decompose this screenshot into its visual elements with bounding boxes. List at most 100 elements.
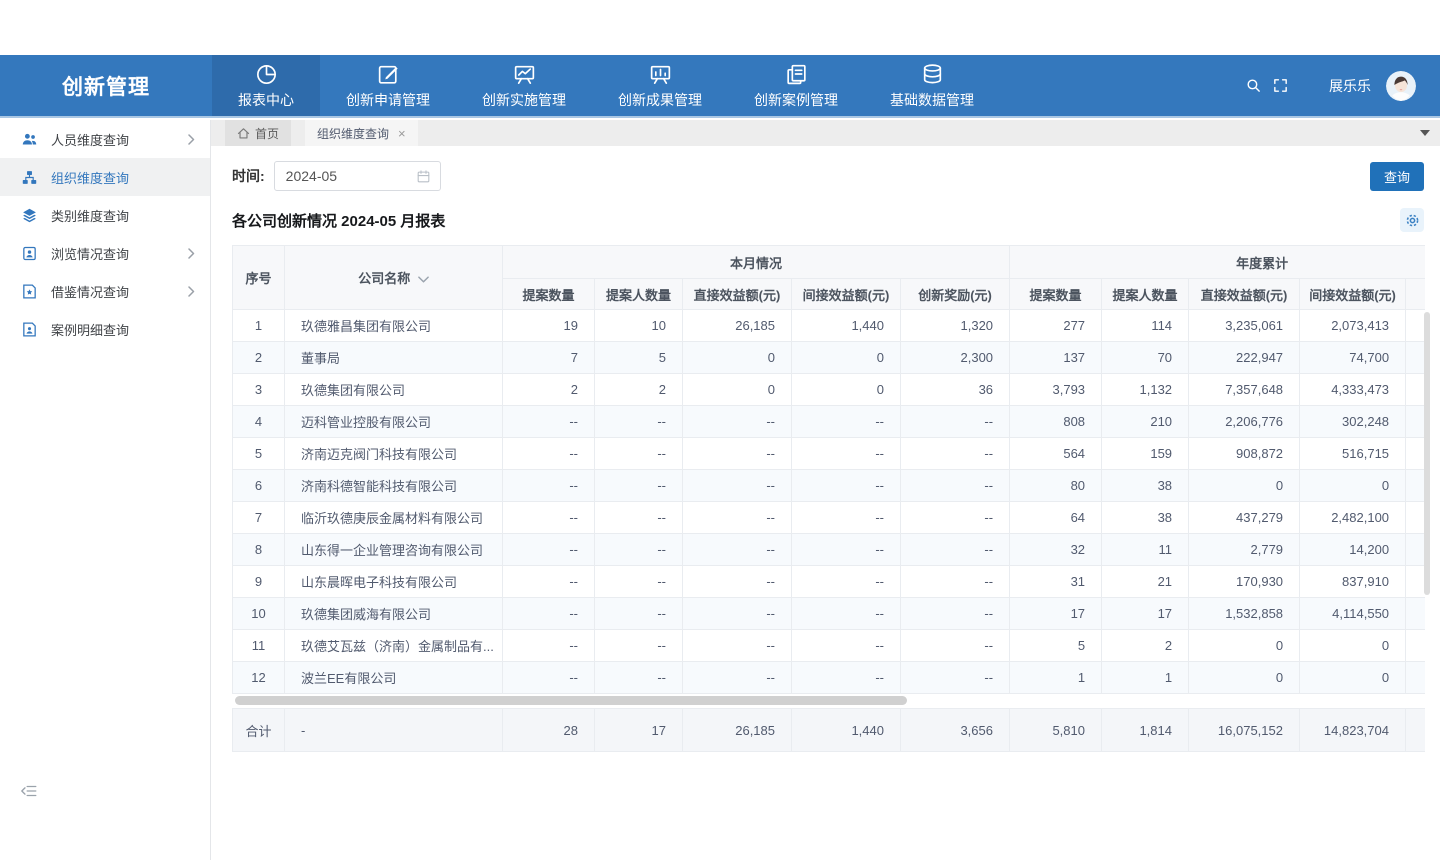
cell-index: 10: [233, 598, 285, 630]
cell-value: 4,333,473: [1300, 374, 1406, 406]
cell-value: --: [792, 406, 901, 438]
cell-value: --: [503, 630, 595, 662]
report-title: 各公司创新情况 2024-05 月报表: [232, 210, 445, 231]
horizontal-scrollbar[interactable]: [232, 696, 1425, 705]
cell-index: 8: [233, 534, 285, 566]
sidebar-item-category-dimension[interactable]: 类别维度查询: [0, 196, 210, 234]
vertical-scrollbar[interactable]: [1424, 312, 1430, 708]
cell-value: --: [792, 566, 901, 598]
cell-index: 2: [233, 342, 285, 374]
total-label: 合计: [233, 709, 285, 752]
horizontal-scrollbar-thumb[interactable]: [235, 696, 907, 705]
cell-company: 玖德艾瓦兹（济南）金属制品有...: [285, 630, 503, 662]
avatar[interactable]: [1386, 71, 1416, 101]
col-subheader-clipped: [1406, 279, 1425, 310]
time-label: 时间:: [232, 166, 265, 186]
cell-clipped: [1406, 566, 1425, 598]
tab-org-dimension[interactable]: 组织维度查询 ×: [305, 120, 418, 146]
topnav-item-innovation-apply[interactable]: 创新申请管理: [320, 55, 456, 116]
topbar-right: 展乐乐: [1245, 55, 1440, 116]
sidebar-item-label: 组织维度查询: [51, 168, 129, 187]
sidebar-item-org-dimension[interactable]: 组织维度查询: [0, 158, 210, 196]
cell-value: 26,185: [683, 310, 792, 342]
close-icon[interactable]: ×: [398, 127, 406, 140]
col-subheader: 提案数量: [503, 279, 595, 310]
cell-clipped: [1406, 374, 1425, 406]
chevron-right-icon: [188, 286, 195, 297]
cell-clipped: [1406, 406, 1425, 438]
presentation-icon: [648, 62, 673, 87]
cell-value: --: [792, 534, 901, 566]
sidebar-item-person-dimension[interactable]: 人员维度查询: [0, 120, 210, 158]
query-button[interactable]: 查询: [1370, 162, 1424, 191]
col-group-year: 年度累计: [1010, 246, 1425, 279]
collapse-sidebar-icon[interactable]: [20, 782, 38, 800]
cell-company: 济南迈克阀门科技有限公司: [285, 438, 503, 470]
cell-value: 808: [1010, 406, 1102, 438]
topnav-item-label: 创新申请管理: [346, 90, 430, 110]
gear-icon[interactable]: [1400, 208, 1424, 232]
org-chart-icon: [21, 169, 51, 186]
col-header-company[interactable]: 公司名称: [285, 246, 503, 310]
cell-value: 437,279: [1189, 502, 1300, 534]
col-subheader: 直接效益额(元): [1189, 279, 1300, 310]
cell-value: --: [683, 406, 792, 438]
topnav-item-innovation-achievement[interactable]: 创新成果管理: [592, 55, 728, 116]
cell-value: --: [595, 630, 683, 662]
cell-value: 114: [1102, 310, 1189, 342]
cell-value: 1,320: [901, 310, 1010, 342]
home-icon: [237, 127, 250, 140]
topnav-item-label: 报表中心: [238, 90, 294, 110]
cell-clipped: [1406, 470, 1425, 502]
col-header-index: 序号: [233, 246, 285, 310]
username[interactable]: 展乐乐: [1329, 76, 1371, 96]
chevron-right-icon: [188, 248, 195, 259]
topnav-item-label: 创新成果管理: [618, 90, 702, 110]
topnav-item-base-data[interactable]: 基础数据管理: [864, 55, 1000, 116]
tabs-dropdown-caret-icon[interactable]: [1420, 130, 1430, 136]
cell-value: --: [503, 598, 595, 630]
cell-value: 5: [595, 342, 683, 374]
col-subheader: 直接效益额(元): [683, 279, 792, 310]
cell-value: 32: [1010, 534, 1102, 566]
pie-chart-icon: [254, 62, 279, 87]
cell-index: 6: [233, 470, 285, 502]
cell-value: 0: [1300, 470, 1406, 502]
cell-value: --: [792, 438, 901, 470]
cell-value: 1: [1010, 662, 1102, 694]
cell-value: --: [683, 502, 792, 534]
layers-icon: [21, 207, 51, 224]
fullscreen-icon[interactable]: [1272, 77, 1289, 94]
cell-value: 7,357,648: [1189, 374, 1300, 406]
cell-value: 7: [503, 342, 595, 374]
cell-value: --: [792, 662, 901, 694]
cell-value: 0: [792, 342, 901, 374]
tab-bar: 首页 组织维度查询 ×: [211, 120, 1440, 146]
time-input[interactable]: 2024-05: [274, 161, 441, 191]
sidebar-item-label: 人员维度查询: [51, 130, 129, 149]
topnav-item-innovation-implement[interactable]: 创新实施管理: [456, 55, 592, 116]
cell-value: 36: [901, 374, 1010, 406]
cell-value: 564: [1010, 438, 1102, 470]
search-icon[interactable]: [1245, 77, 1262, 94]
tab-active-label: 组织维度查询: [317, 125, 389, 142]
title-row: 各公司创新情况 2024-05 月报表: [232, 208, 1424, 232]
sidebar-item-browse-status[interactable]: 浏览情况查询: [0, 234, 210, 272]
vertical-scrollbar-thumb[interactable]: [1424, 312, 1430, 595]
total-value: 5,810: [1010, 709, 1102, 752]
sidebar-item-reference-status[interactable]: 借鉴情况查询: [0, 272, 210, 310]
cell-value: 4,114,550: [1300, 598, 1406, 630]
topnav-item-innovation-case[interactable]: 创新案例管理: [728, 55, 864, 116]
tab-home[interactable]: 首页: [225, 120, 291, 146]
chart-board-icon: [512, 62, 537, 87]
cell-value: 5: [1010, 630, 1102, 662]
cell-value: 80: [1010, 470, 1102, 502]
sidebar-item-case-detail[interactable]: 案例明细查询: [0, 310, 210, 348]
cell-value: 0: [1300, 662, 1406, 694]
topnav-item-report-center[interactable]: 报表中心: [212, 55, 320, 116]
cell-value: 0: [1189, 630, 1300, 662]
doc-person-icon: [21, 321, 51, 338]
cell-value: 2: [1102, 630, 1189, 662]
topnav-items: 报表中心 创新申请管理 创新实施管理创新成果管理 创新案例管理基础数据管理: [212, 55, 1000, 116]
col-subheader: 间接效益额(元): [1300, 279, 1406, 310]
